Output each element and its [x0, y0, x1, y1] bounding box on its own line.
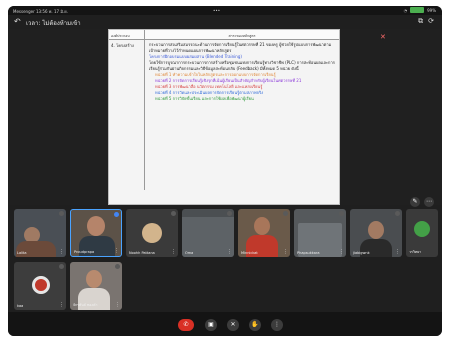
annotate-button[interactable]: ✎ [410, 197, 420, 207]
slide-col-component: องค์ประกอบ [109, 30, 145, 39]
share-more-button[interactable]: ⋯ [424, 197, 434, 207]
participant-name: Noohh Pattana [129, 251, 155, 255]
slide-paragraph-2: โดยใช้การบูรณาการกระบวนการการสร้างหรือชุ… [149, 60, 335, 71]
mic-muted-icon [395, 211, 400, 216]
participant-tile[interactable]: จักรพันธ์ ทองคำ ⋮ [70, 262, 122, 310]
more-options-icon[interactable]: ⋮ [283, 249, 288, 255]
more-options-icon[interactable]: ⋮ [227, 249, 232, 255]
mic-toggle-button[interactable]: ✕ [227, 319, 239, 331]
stop-share-icon[interactable]: ✕ [380, 33, 386, 41]
speaking-indicator-icon [114, 212, 119, 217]
meeting-header: ↶ เวลา: ไม่ต้องห้ามเข้า ⧉ ⟳ [8, 15, 442, 29]
end-call-button[interactable]: ✆ [178, 319, 194, 331]
camera-toggle-button[interactable]: ▣ [205, 319, 217, 331]
participant-name: kaa [17, 304, 24, 308]
participant-avatar [142, 223, 162, 243]
slide-paragraph-1: กระบวนการส่งเสริมสมรรถนะด้านการจัดการเรี… [149, 42, 332, 53]
share-actions: ✎ ⋯ [410, 197, 434, 207]
meeting-window: Messenger 13:56 พ. 17 มิ.ย. ••• ◔ 99% ↶ … [8, 6, 442, 336]
slide-unit-5: หน่วยที่ 5 การวิจัยชั้นเรียน และการใช้ผล… [155, 96, 254, 101]
wifi-icon: ◔ [403, 7, 408, 13]
more-options-icon[interactable]: ⋮ [395, 249, 400, 255]
participant-tile[interactable]: Lalita ⋮ [14, 209, 66, 257]
participant-video [368, 221, 384, 239]
raise-hand-button[interactable]: ✋ [249, 319, 261, 331]
participant-name: Phapsukkara [297, 251, 320, 255]
participant-tile[interactable]: Proudprapa ⋮ [70, 209, 122, 257]
more-options-button[interactable]: ⋮ [271, 319, 283, 331]
slide-table-body: 4. โครงสร้าง กระบวนการส่งเสริมสมรรถนะด้า… [109, 40, 339, 190]
slide-table-header: องค์ประกอบ สาระของหลักสูตร [109, 30, 339, 40]
call-controls-bar: ✆ ▣ ✕ ✋ ⋮ [8, 312, 442, 336]
screen-share-area: องค์ประกอบ สาระของหลักสูตร 4. โครงสร้าง … [8, 29, 442, 207]
device-status-bar: Messenger 13:56 พ. 17 มิ.ย. ••• ◔ 99% [8, 6, 442, 15]
mic-muted-icon [227, 211, 232, 216]
participant-name: จักรพันธ์ ทองคำ [73, 303, 98, 307]
participant-tile[interactable]: jiabigwnk ⋮ [350, 209, 402, 257]
switch-camera-icon[interactable]: ⟳ [428, 17, 434, 26]
status-time: Messenger 13:56 พ. 17 มิ.ย. [13, 9, 68, 14]
participant-tile[interactable]: Oma ⋮ [182, 209, 234, 257]
status-right: ◔ 99% [404, 7, 436, 13]
participant-name: วรวิทยา [409, 250, 422, 254]
participant-video [254, 217, 270, 235]
more-options-icon[interactable]: ⋮ [171, 249, 176, 255]
participant-avatar [414, 221, 430, 237]
more-options-icon[interactable]: ⋮ [339, 249, 344, 255]
participant-name: Oma [185, 251, 194, 255]
mic-muted-icon [59, 211, 64, 216]
participant-video [86, 270, 102, 288]
participant-name: jiabigwnk [353, 251, 370, 255]
status-dots: ••• [213, 8, 221, 13]
participant-name: Lalita [17, 251, 27, 255]
battery-level: 99% [427, 7, 436, 13]
participant-tile[interactable]: Phapsukkara ⋮ [294, 209, 346, 257]
mic-muted-icon [171, 211, 176, 216]
more-options-icon[interactable]: ⋮ [59, 302, 64, 308]
mic-muted-icon [283, 211, 288, 216]
more-options-icon[interactable]: ⋮ [59, 249, 64, 255]
mic-muted-icon [59, 264, 64, 269]
back-arrow-icon[interactable]: ↶ [14, 17, 21, 26]
slide-row-content: กระบวนการส่งเสริมสมรรถนะด้านการจัดการเรี… [145, 40, 339, 190]
participant-name: Proudprapa [74, 250, 95, 254]
participant-avatar [32, 276, 50, 294]
shared-slide: องค์ประกอบ สาระของหลักสูตร 4. โครงสร้าง … [108, 29, 340, 205]
participant-tile[interactable]: วรวิทยา [406, 209, 438, 257]
battery-icon [410, 7, 425, 13]
participant-name: Minnickat [241, 251, 258, 255]
more-options-icon[interactable]: ⋮ [115, 302, 120, 308]
participant-video [87, 216, 105, 236]
slide-col-content: สาระของหลักสูตร [228, 34, 256, 38]
layout-icon[interactable]: ⧉ [418, 17, 423, 26]
participant-tile[interactable]: kaa ⋮ [14, 262, 66, 310]
slide-row-label: 4. โครงสร้าง [109, 40, 145, 190]
participant-tile[interactable]: Noohh Pattana ⋮ [126, 209, 178, 257]
meeting-title: เวลา: ไม่ต้องห้ามเข้า [26, 20, 81, 27]
participant-tile[interactable]: Minnickat ⋮ [238, 209, 290, 257]
mic-muted-icon [115, 264, 120, 269]
mic-muted-icon [339, 211, 344, 216]
more-options-icon[interactable]: ⋮ [114, 248, 119, 254]
